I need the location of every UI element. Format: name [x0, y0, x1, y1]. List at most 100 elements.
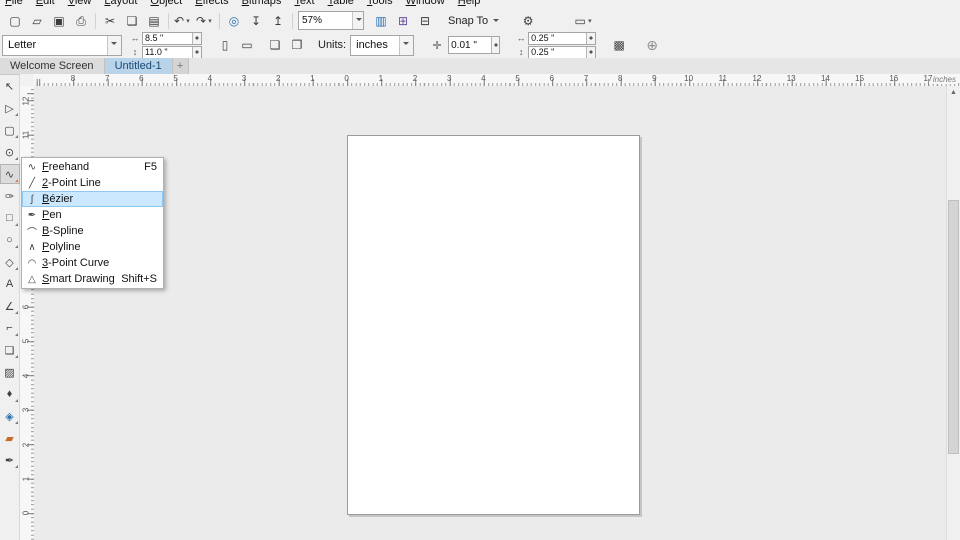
add-control-button[interactable]	[642, 35, 662, 55]
artistic-media-tool-button[interactable]: ✑	[1, 187, 19, 205]
vertical-ruler[interactable]: 1211109876543210	[20, 86, 35, 540]
page-width-spin[interactable]	[142, 31, 202, 45]
ellipse-tool-button[interactable]: ○	[1, 231, 19, 249]
flyout-item-shortcut: F5	[144, 161, 157, 173]
drop-shadow-tool-button[interactable]: ❏	[1, 341, 19, 359]
menu-tools[interactable]: Tools	[367, 0, 393, 7]
flyout-item-pen[interactable]: ✒ Pen	[22, 207, 163, 223]
connector-tool-button[interactable]: ⌐	[1, 319, 19, 337]
polygon-tool-button[interactable]: ◇	[1, 253, 19, 271]
page-height-spinner[interactable]	[192, 46, 201, 58]
rectangle-tool-button[interactable]: □	[1, 209, 19, 227]
redo-dropdown-arrow-icon[interactable]: ▾	[206, 17, 214, 25]
menu-edit[interactable]: Edit	[36, 0, 55, 7]
show-rulers-button[interactable]: ⊞	[392, 12, 414, 30]
zoom-tool-button[interactable]: ⊙	[1, 143, 19, 161]
units-select[interactable]: inches	[350, 34, 415, 56]
flyout-item-polyline[interactable]: ∧ Polyline	[22, 239, 163, 255]
scrollbar-up-arrow-icon[interactable]: ▲	[947, 86, 960, 99]
tab-welcome-screen[interactable]: Welcome Screen	[0, 58, 105, 74]
scrollbar-thumb[interactable]	[948, 200, 959, 454]
duplicate-y-spin[interactable]	[528, 45, 597, 59]
page-height-input[interactable]	[143, 46, 193, 58]
menu-file[interactable]: File	[5, 0, 23, 7]
interactive-fill-tool-button[interactable]: ◈	[1, 407, 19, 425]
flyout-item-smart-drawing[interactable]: △ Smart Drawing Shift+S	[22, 271, 163, 287]
search-content-button[interactable]: ◎	[223, 12, 245, 30]
flyout-item-b-spline[interactable]: ⌒ B-Spline	[22, 223, 163, 239]
zoom-level-input[interactable]	[299, 12, 353, 29]
nudge-offset-spin[interactable]	[448, 36, 501, 54]
units-dropdown-arrow-icon[interactable]	[399, 35, 414, 55]
pick-tool-button[interactable]: ↖	[1, 77, 19, 95]
application-launcher-button[interactable]: ▭ ▾	[573, 12, 595, 30]
page-width-spinner[interactable]	[192, 32, 201, 44]
full-screen-preview-button[interactable]: ▥	[370, 12, 392, 30]
duplicate-x-spin[interactable]	[528, 31, 597, 45]
duplicate-y-spinner[interactable]	[586, 46, 596, 58]
menu-text[interactable]: Text	[294, 0, 314, 7]
drawing-canvas[interactable]	[34, 86, 947, 540]
nudge-offset-input[interactable]	[449, 37, 491, 53]
snap-to-dropdown[interactable]: Snap To	[444, 12, 505, 30]
portrait-button[interactable]	[214, 35, 236, 55]
nudge-offset-spinner[interactable]	[490, 37, 500, 53]
duplicate-x-input[interactable]	[529, 32, 587, 44]
redo-button[interactable]: ↷ ▾	[194, 12, 216, 30]
menu-bitmaps[interactable]: Bitmaps	[242, 0, 282, 7]
page-dimensions	[130, 31, 202, 59]
open-button[interactable]: ▱	[26, 12, 48, 30]
paste-button[interactable]: ▤	[143, 12, 165, 30]
all-pages-button[interactable]	[264, 35, 286, 55]
current-page-button[interactable]	[286, 35, 308, 55]
vertical-scrollbar[interactable]: ▲	[946, 86, 960, 540]
menu-layout[interactable]: Layout	[104, 0, 137, 7]
zoom-dropdown-arrow-icon[interactable]	[352, 12, 363, 29]
smart-fill-tool-button[interactable]: ▰	[1, 429, 19, 447]
copy-button[interactable]: ❏	[121, 12, 143, 30]
page-size-dropdown-arrow-icon[interactable]	[107, 35, 121, 55]
undo-dropdown-arrow-icon[interactable]: ▾	[184, 17, 192, 25]
page-height-spin[interactable]	[142, 45, 202, 59]
duplicate-y-input[interactable]	[529, 46, 587, 58]
crop-tool-button[interactable]: ▢	[1, 121, 19, 139]
document-page[interactable]	[347, 135, 640, 515]
freehand-tool-button[interactable]: ∿	[0, 164, 20, 184]
export-button[interactable]: ↥	[267, 12, 289, 30]
connector-tool-icon: ⌐	[6, 322, 13, 334]
tab-untitled-1[interactable]: Untitled-1	[104, 58, 173, 74]
text-tool-button[interactable]: A	[1, 275, 19, 293]
flyout-item-freehand[interactable]: ∿ Freehand F5	[22, 159, 163, 175]
page-width-input[interactable]	[143, 32, 193, 44]
menu-window[interactable]: Window	[406, 0, 445, 7]
menu-table[interactable]: Table	[328, 0, 354, 7]
show-grid-button[interactable]: ⊟	[414, 12, 436, 30]
flyout-item-b-zier[interactable]: ∫ Bézier	[22, 191, 163, 207]
treat-as-filled-button[interactable]	[608, 35, 630, 55]
flyout-item-2-point-line[interactable]: ╱ 2-Point Line	[22, 175, 163, 191]
new-document-button[interactable]: ▢	[4, 12, 26, 30]
menu-effects[interactable]: Effects	[195, 0, 228, 7]
cut-button[interactable]: ✂	[99, 12, 121, 30]
menu-help[interactable]: Help	[458, 0, 481, 7]
outline-pen-tool-button[interactable]: ✒	[1, 451, 19, 469]
options-button[interactable]: ⚙	[517, 12, 539, 30]
undo-button[interactable]: ↶ ▾	[172, 12, 194, 30]
application-launcher-dropdown-arrow-icon[interactable]: ▾	[586, 17, 594, 25]
landscape-button[interactable]	[236, 35, 258, 55]
h-ruler-number: 0	[344, 74, 349, 83]
menu-object[interactable]: Object	[150, 0, 182, 7]
save-button[interactable]: ▣	[48, 12, 70, 30]
menu-view[interactable]: View	[68, 0, 92, 7]
shape-tool-button[interactable]: ▷	[1, 99, 19, 117]
zoom-level-combo[interactable]	[298, 11, 364, 30]
duplicate-x-spinner[interactable]	[586, 32, 596, 44]
flyout-item-3-point-curve[interactable]: ◠ 3-Point Curve	[22, 255, 163, 271]
parallel-dimension-tool-button[interactable]: ∠	[1, 297, 19, 315]
page-size-select[interactable]: Letter	[2, 34, 122, 56]
transparency-tool-button[interactable]: ▨	[1, 363, 19, 381]
new-tab-button[interactable]: +	[172, 58, 189, 74]
print-button[interactable]: ⎙	[70, 12, 92, 30]
import-button[interactable]: ↧	[245, 12, 267, 30]
color-eyedropper-tool-button[interactable]: ♦	[1, 385, 19, 403]
